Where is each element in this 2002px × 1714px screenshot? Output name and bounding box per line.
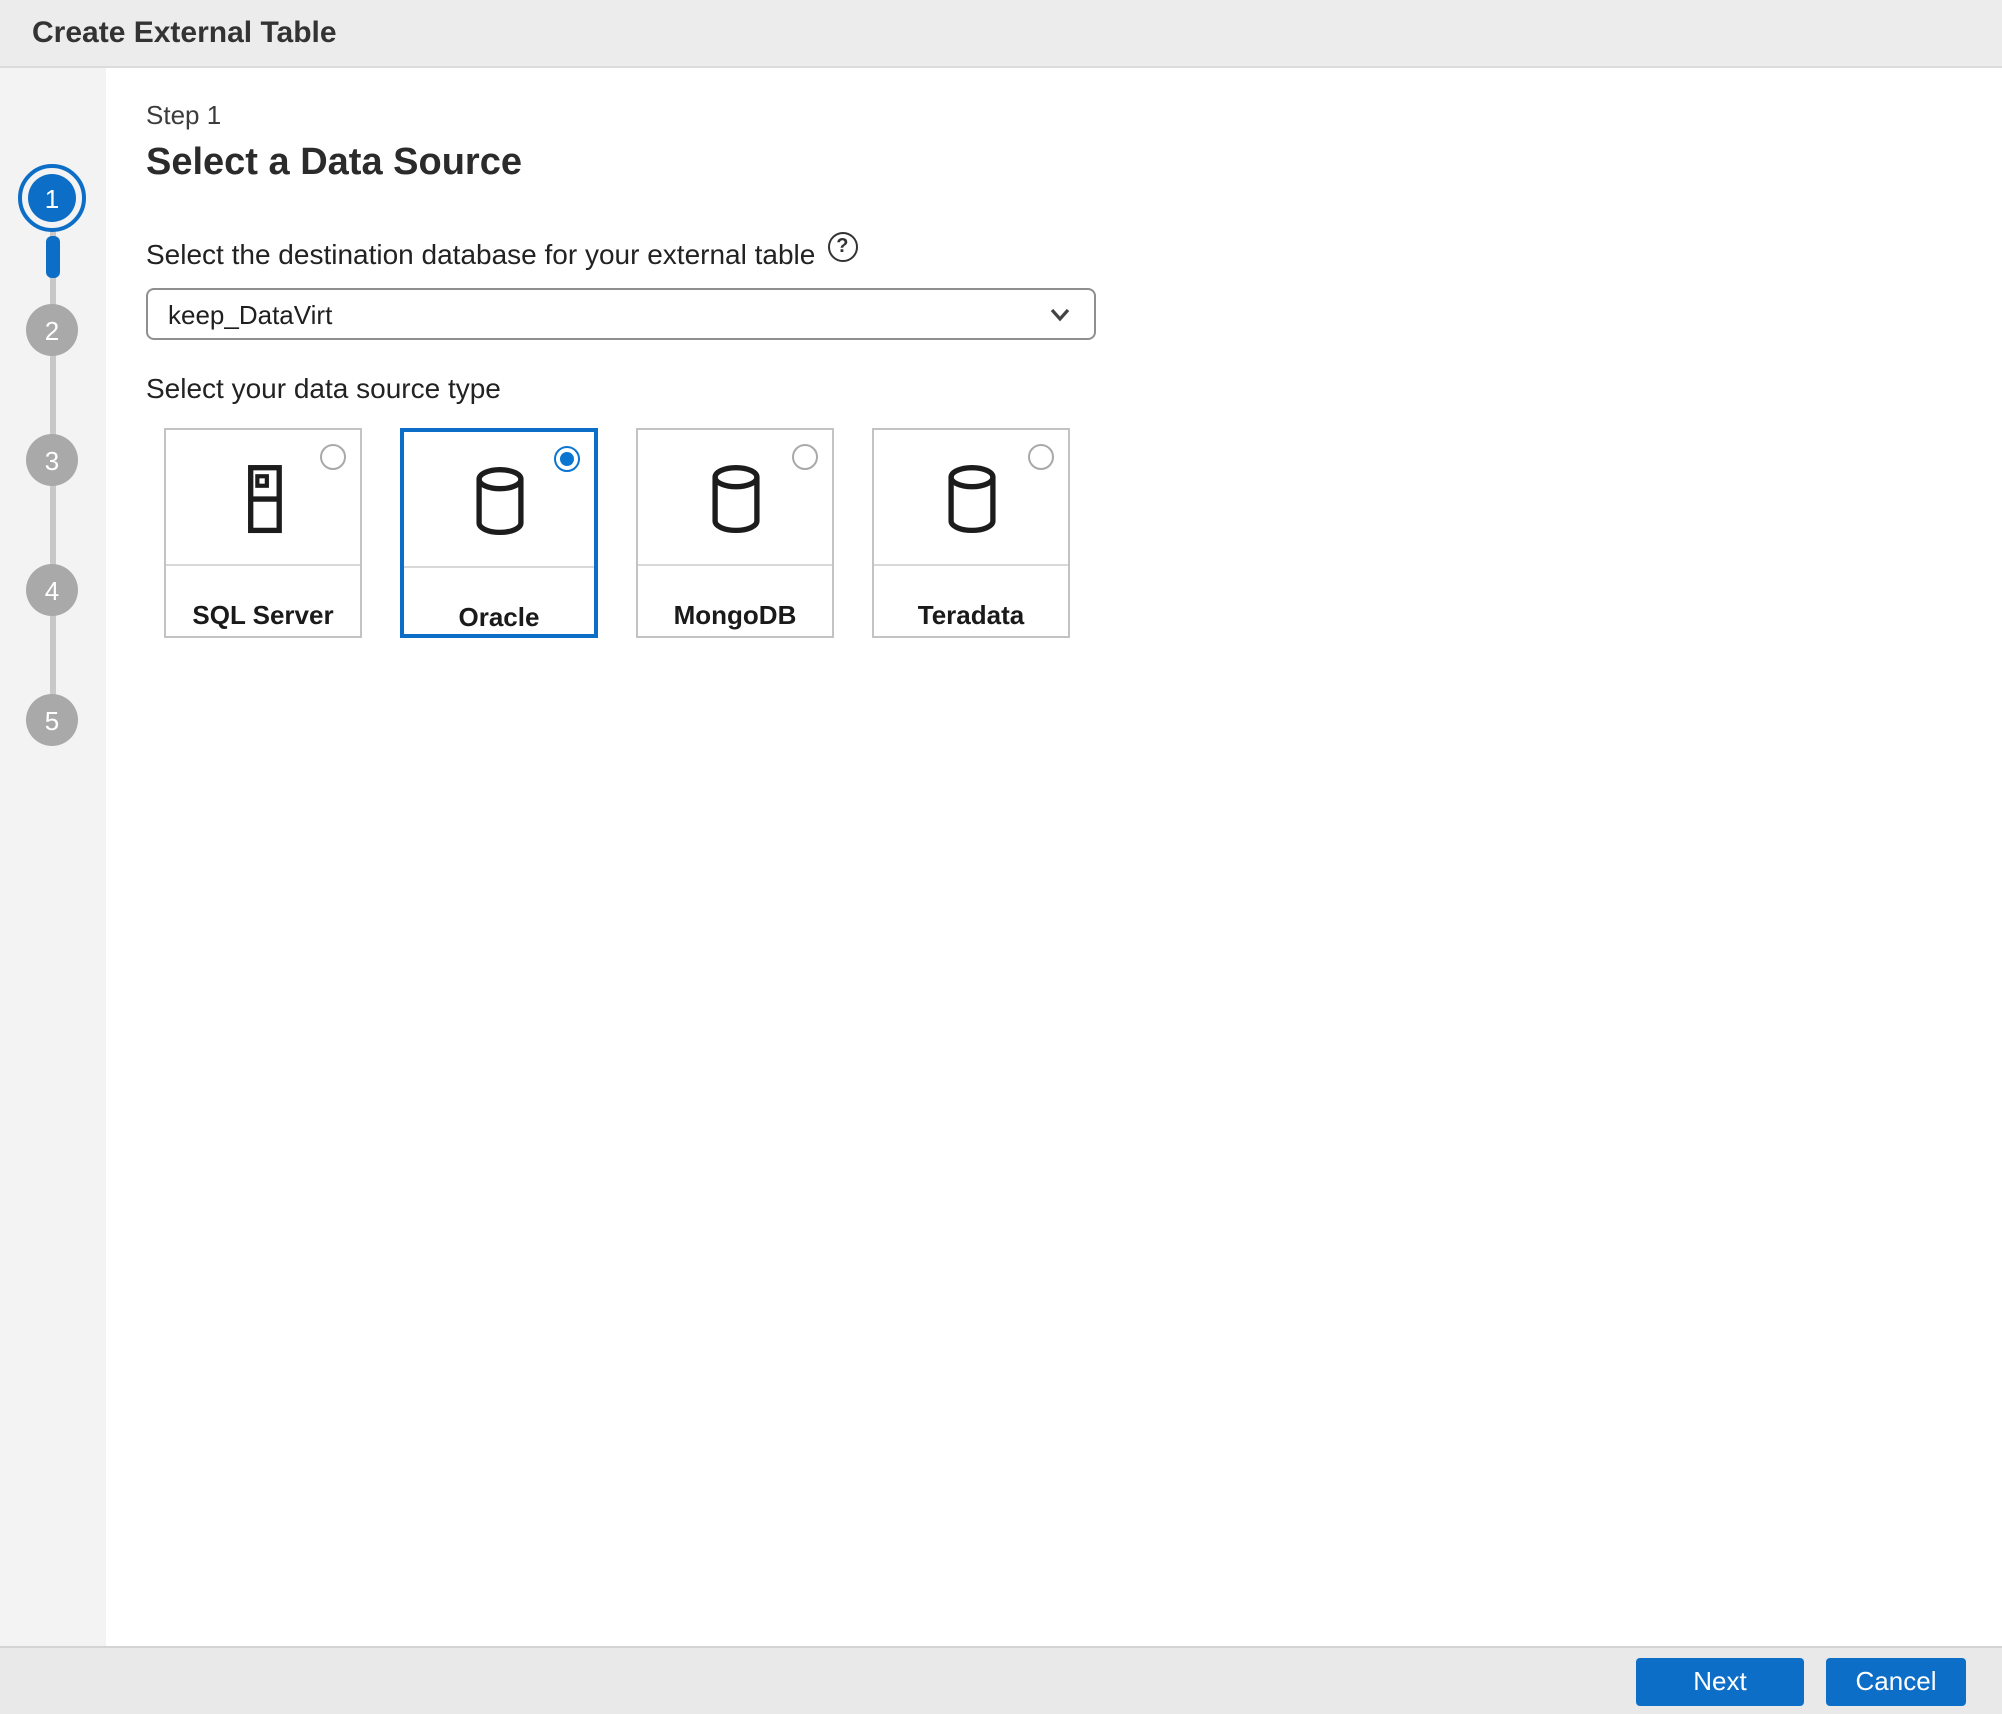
destination-database-dropdown[interactable]: keep_DataVirt — [146, 288, 1096, 340]
step-indicator-2[interactable]: 2 — [26, 304, 78, 356]
destination-label-row: Select the destination database for your… — [146, 238, 2002, 270]
radio-unselected-icon[interactable] — [1028, 444, 1054, 470]
card-label: SQL Server — [166, 600, 360, 630]
card-label: MongoDB — [638, 600, 832, 630]
dialog-title: Create External Table — [32, 16, 337, 50]
card-label: Oracle — [404, 602, 594, 632]
datasource-card-teradata[interactable]: Teradata — [872, 428, 1070, 638]
next-button[interactable]: Next — [1636, 1657, 1804, 1705]
card-divider — [404, 566, 594, 568]
card-divider — [874, 564, 1068, 566]
radio-unselected-icon[interactable] — [792, 444, 818, 470]
help-question-icon[interactable]: ? — [827, 231, 857, 261]
card-divider — [166, 564, 360, 566]
card-label: Teradata — [874, 600, 1068, 630]
radio-unselected-icon[interactable] — [320, 444, 346, 470]
datasource-card-sql-server[interactable]: SQL Server — [164, 428, 362, 638]
page-title: Select a Data Source — [146, 142, 2002, 186]
create-external-table-wizard: Create External Table 1 2 3 4 5 Step 1 S… — [0, 0, 2002, 1714]
step-rail: 1 2 3 4 5 — [0, 68, 106, 1646]
dialog-footer: Next Cancel — [0, 1646, 2002, 1714]
step-1-number: 1 — [28, 174, 76, 222]
step-indicator-1[interactable]: 1 — [18, 164, 86, 232]
cancel-button[interactable]: Cancel — [1826, 1657, 1966, 1705]
step-label: Step 1 — [146, 100, 2002, 130]
card-divider — [638, 564, 832, 566]
datasource-card-mongodb[interactable]: MongoDB — [636, 428, 834, 638]
step-progress-bar — [46, 236, 60, 278]
radio-selected-icon[interactable] — [554, 446, 580, 472]
source-type-label: Select your data source type — [146, 372, 2002, 404]
step-indicator-3[interactable]: 3 — [26, 434, 78, 486]
datasource-card-oracle[interactable]: Oracle — [400, 428, 598, 638]
step-indicator-4[interactable]: 4 — [26, 564, 78, 616]
step-indicator-5[interactable]: 5 — [26, 694, 78, 746]
destination-database-value: keep_DataVirt — [168, 299, 332, 329]
dialog-titlebar: Create External Table — [0, 0, 2002, 68]
wizard-page-body: Step 1 Select a Data Source Select the d… — [106, 68, 2002, 1646]
datasource-cards: SQL Server Oracle — [164, 428, 2002, 638]
destination-database-label: Select the destination database for your… — [146, 238, 815, 270]
chevron-down-icon — [1046, 300, 1074, 328]
